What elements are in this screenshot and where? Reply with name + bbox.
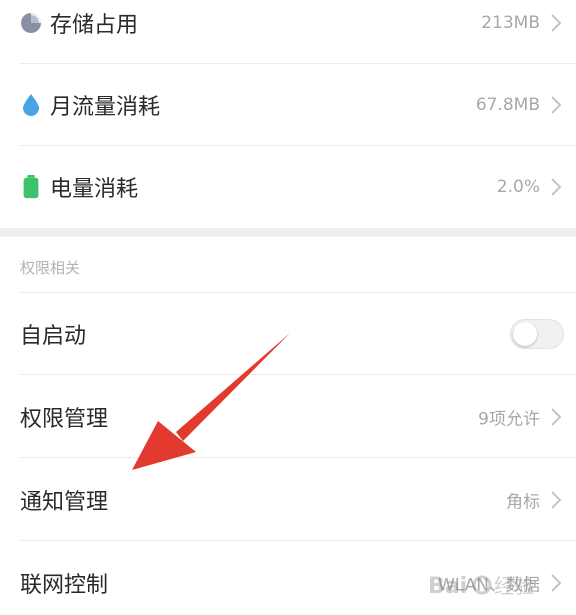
battery-usage-value: 2.0% [496,177,540,197]
monthly-traffic-row[interactable]: 月流量消耗 67.8MB [0,64,576,146]
storage-usage-row[interactable]: 存储占用 213MB [0,0,576,64]
toggle-knob [513,322,537,346]
row-divider [20,457,576,458]
storage-usage-value: 213MB [481,13,540,33]
notification-management-label: 通知管理 [20,490,109,515]
chevron-right-icon [551,178,562,196]
battery-usage-row[interactable]: 电量消耗 2.0% [0,146,576,228]
auto-start-label: 自启动 [20,324,87,349]
permission-management-label: 权限管理 [20,407,109,432]
monthly-traffic-value: 67.8MB [475,95,540,115]
pie-chart-icon [21,13,41,33]
app-settings-screen: 存储占用 213MB 月流量消耗 67.8MB 电量消耗 2.0% 权限相关 自… [0,0,576,615]
permissions-section-header: 权限相关 [20,259,81,277]
notification-management-row[interactable]: 通知管理 角标 [0,459,576,541]
water-drop-icon [23,94,39,116]
section-separator [0,228,576,237]
storage-usage-label: 存储占用 [50,13,139,38]
row-divider [20,540,576,541]
auto-start-row: 自启动 [0,293,576,375]
battery-icon [23,175,39,199]
permission-management-row[interactable]: 权限管理 9项允许 [0,376,576,458]
network-control-value: WLAN、数据 [437,575,540,596]
network-control-row[interactable]: 联网控制 WLAN、数据 [0,542,576,615]
chevron-right-icon [551,491,562,509]
network-control-label: 联网控制 [20,573,109,598]
chevron-right-icon [551,14,562,32]
permission-management-value: 9项允许 [478,409,540,430]
row-divider [20,374,576,375]
monthly-traffic-label: 月流量消耗 [50,95,161,120]
notification-management-value: 角标 [506,492,540,513]
chevron-right-icon [551,408,562,426]
chevron-right-icon [551,574,562,592]
auto-start-toggle[interactable] [510,319,564,349]
battery-usage-label: 电量消耗 [50,177,139,202]
chevron-right-icon [551,96,562,114]
